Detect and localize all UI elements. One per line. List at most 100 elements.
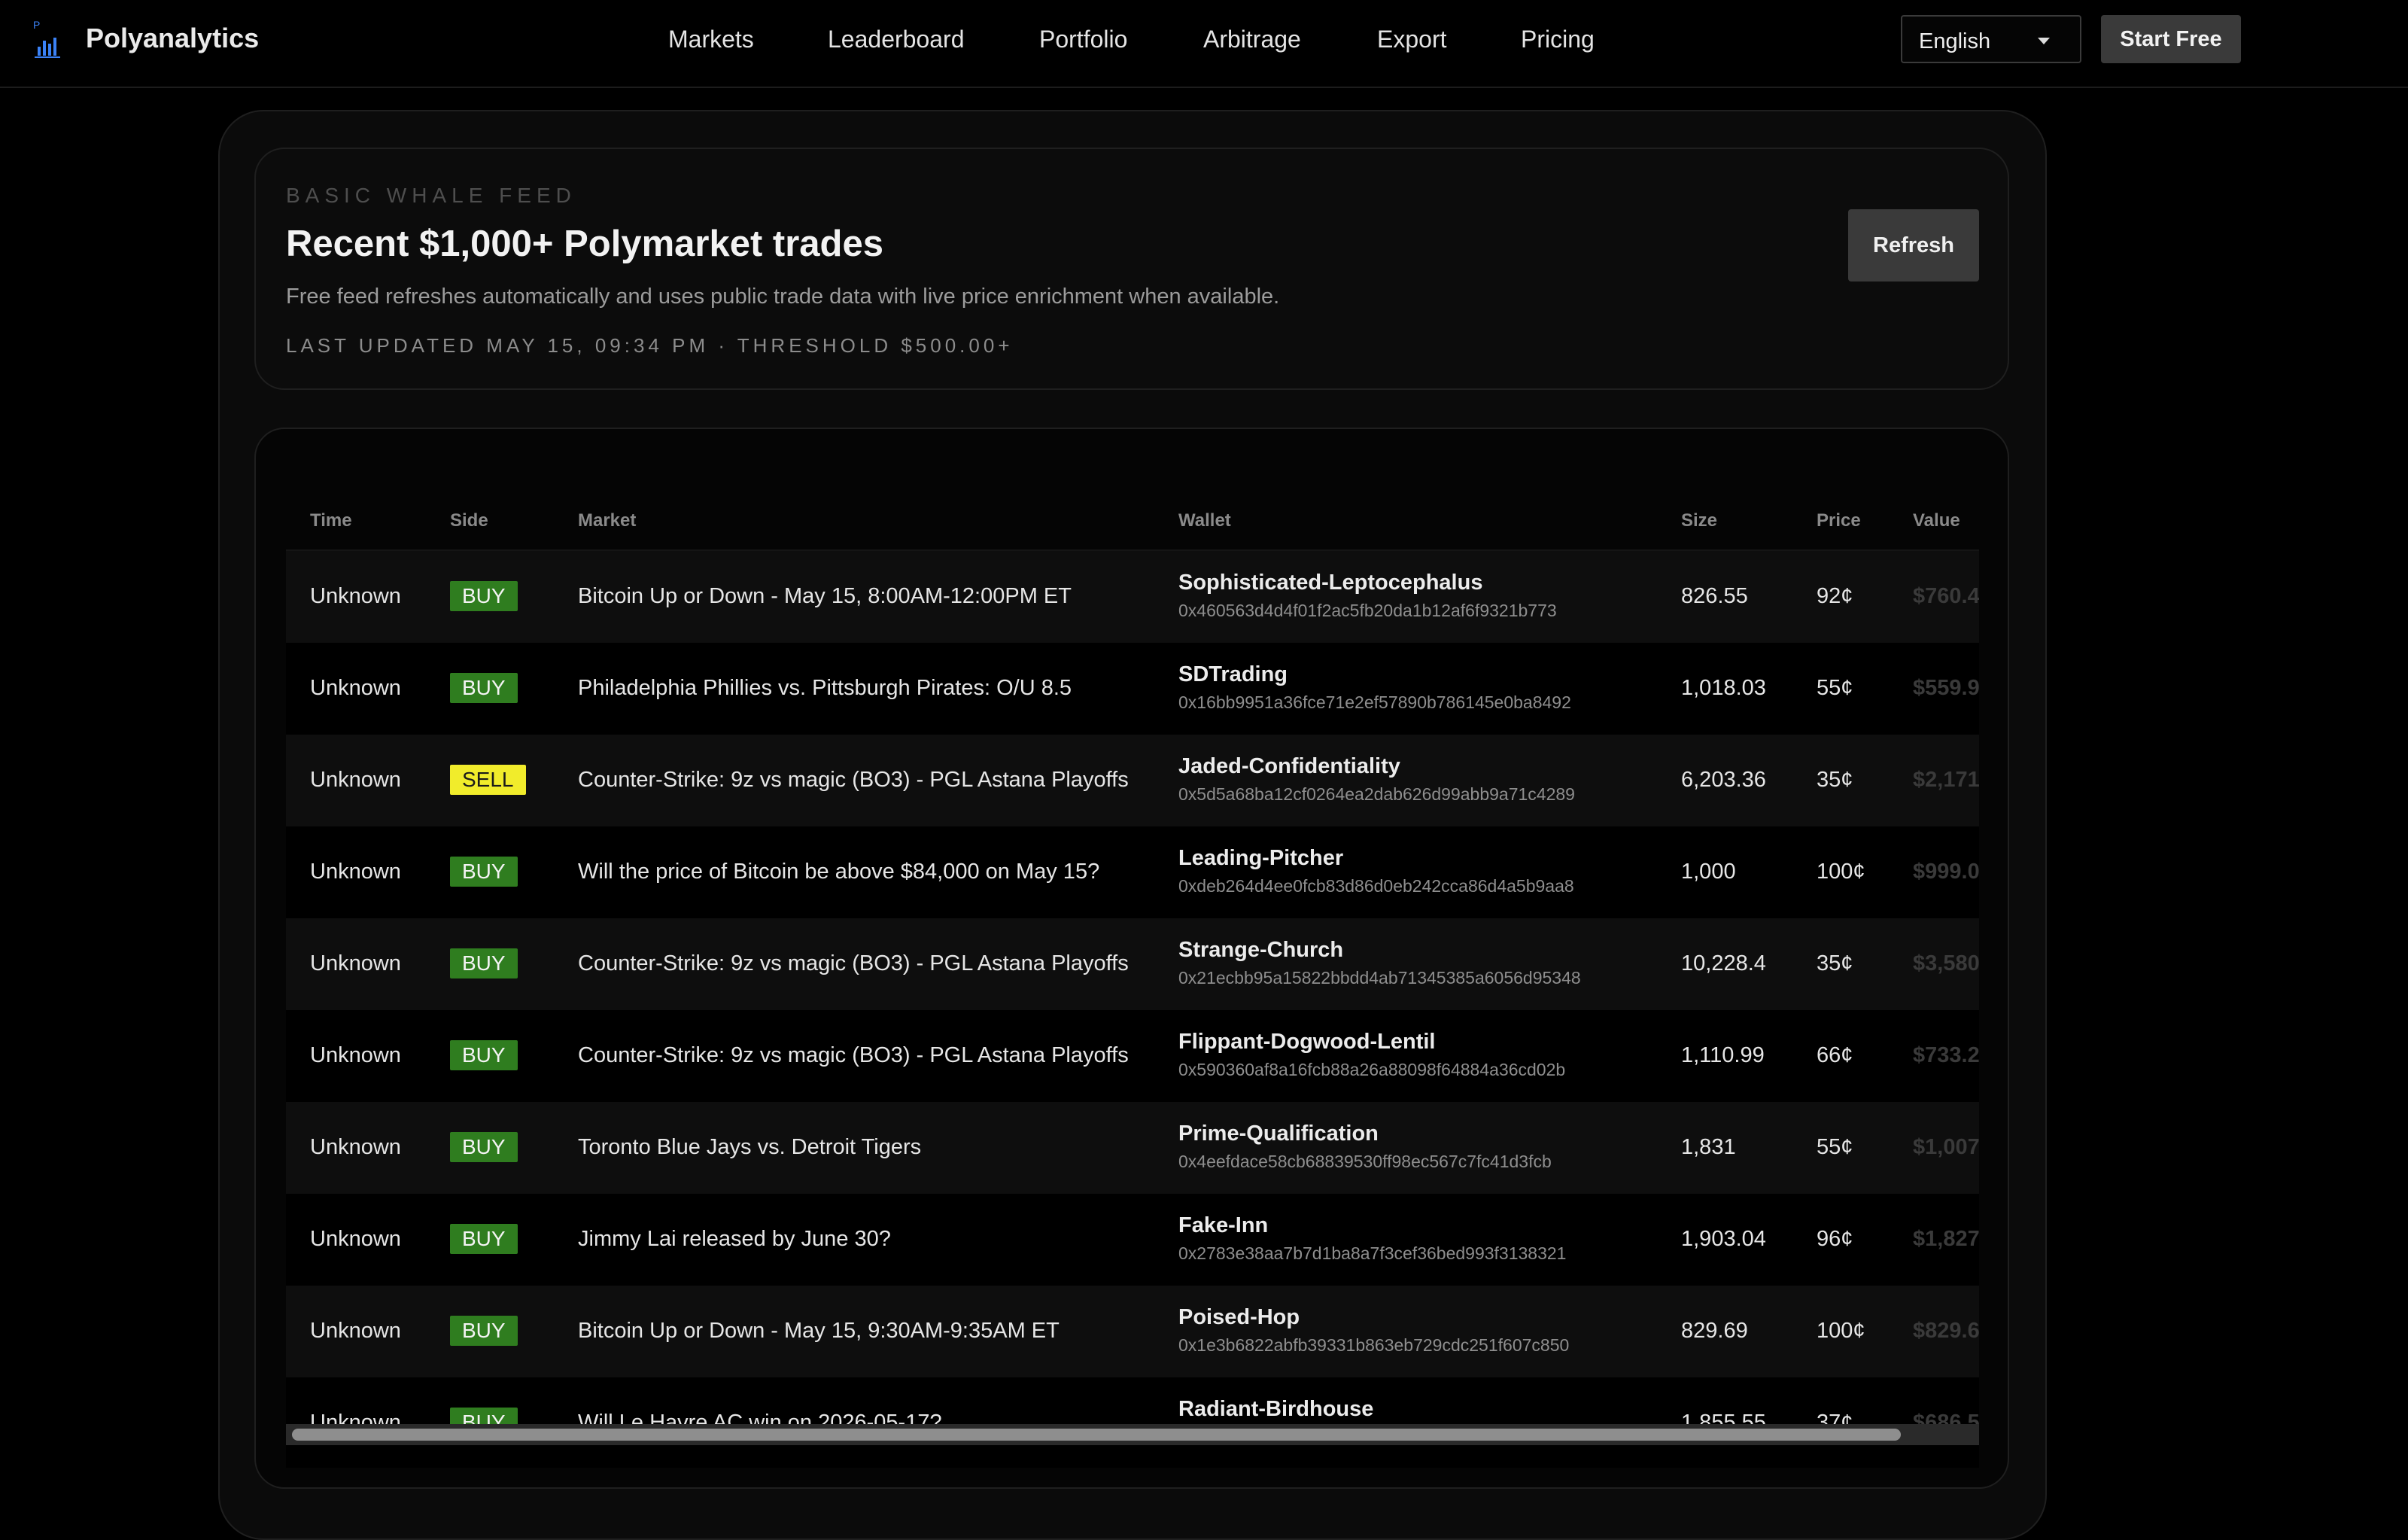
- trade-value: $829.6: [1913, 1319, 1979, 1343]
- market-link[interactable]: Toronto Blue Jays vs. Detroit Tigers: [578, 1135, 921, 1160]
- table-header: Time Side Market Wallet Size Price Value: [286, 459, 1979, 551]
- trade-size: 826.55: [1681, 584, 1748, 608]
- table-row[interactable]: Unknown BUY Counter-Strike: 9z vs magic …: [286, 918, 1979, 1010]
- nav-link-leaderboard[interactable]: Leaderboard: [828, 26, 964, 53]
- trade-size: 6,203.36: [1681, 768, 1766, 792]
- trade-value: $1,007: [1913, 1135, 1979, 1159]
- nav-link-export[interactable]: Export: [1377, 26, 1446, 53]
- table-row[interactable]: Unknown BUY Bitcoin Up or Down - May 15,…: [286, 551, 1979, 643]
- side-badge-buy: BUY: [450, 673, 518, 703]
- chevron-down-icon: [2038, 38, 2050, 44]
- table-row[interactable]: Unknown BUY Bitcoin Up or Down - May 15,…: [286, 1286, 1979, 1377]
- trade-value: $559.9: [1913, 676, 1979, 700]
- trade-value: $1,827: [1913, 1227, 1979, 1251]
- nav-link-arbitrage[interactable]: Arbitrage: [1203, 26, 1301, 53]
- side-badge-sell: SELL: [450, 765, 526, 795]
- column-header-side[interactable]: Side: [450, 510, 488, 531]
- market-link[interactable]: Will the price of Bitcoin be above $84,0…: [578, 860, 1099, 884]
- wallet-name[interactable]: Leading-Pitcher: [1178, 846, 1343, 871]
- wallet-name[interactable]: SDTrading: [1178, 662, 1288, 687]
- trade-time: Unknown: [310, 768, 401, 792]
- trade-size: 1,000: [1681, 860, 1736, 884]
- trade-size: 10,228.4: [1681, 951, 1766, 975]
- start-free-button[interactable]: Start Free: [2101, 15, 2241, 63]
- wallet-address: 0x21ecbb95a15822bbdd4ab71345385a6056d953…: [1178, 968, 1581, 988]
- wallet-name[interactable]: Flippant-Dogwood-Lentil: [1178, 1030, 1435, 1055]
- market-link[interactable]: Counter-Strike: 9z vs magic (BO3) - PGL …: [578, 1043, 1129, 1068]
- column-header-price[interactable]: Price: [1817, 510, 1861, 531]
- market-link[interactable]: Counter-Strike: 9z vs magic (BO3) - PGL …: [578, 768, 1129, 793]
- side-badge-buy: BUY: [450, 581, 518, 611]
- side-badge-buy: BUY: [450, 857, 518, 887]
- trade-price: 96¢: [1817, 1227, 1853, 1251]
- wallet-name[interactable]: Fake-Inn: [1178, 1213, 1268, 1238]
- trade-size: 1,903.04: [1681, 1227, 1766, 1251]
- trade-time: Unknown: [310, 860, 401, 884]
- feed-description: Free feed refreshes automatically and us…: [286, 285, 1280, 309]
- side-badge-buy: BUY: [450, 1316, 518, 1346]
- trade-time: Unknown: [310, 676, 401, 700]
- column-header-market[interactable]: Market: [578, 510, 636, 531]
- table-row[interactable]: Unknown BUY Toronto Blue Jays vs. Detroi…: [286, 1102, 1979, 1194]
- market-link[interactable]: Bitcoin Up or Down - May 15, 8:00AM-12:0…: [578, 584, 1072, 609]
- wallet-name[interactable]: Strange-Church: [1178, 938, 1343, 963]
- table-row[interactable]: Unknown BUY Jimmy Lai released by June 3…: [286, 1194, 1979, 1286]
- wallet-address: 0x5d5a68ba12cf0264ea2dab626d99abb9a71c42…: [1178, 784, 1575, 804]
- svg-text:P: P: [33, 19, 40, 31]
- wallet-address: 0x16bb9951a36fce71e2ef57890b786145e0ba84…: [1178, 692, 1571, 712]
- trade-value: $999.0: [1913, 860, 1979, 884]
- trade-time: Unknown: [310, 1043, 401, 1067]
- refresh-button[interactable]: Refresh: [1848, 209, 1979, 282]
- trade-price: 100¢: [1817, 860, 1865, 884]
- trade-time: Unknown: [310, 1319, 401, 1343]
- trade-value: $3,580: [1913, 951, 1979, 975]
- language-select-value: English: [1919, 29, 1991, 53]
- wallet-name[interactable]: Prime-Qualification: [1178, 1122, 1379, 1146]
- trade-time: Unknown: [310, 1135, 401, 1159]
- market-link[interactable]: Counter-Strike: 9z vs magic (BO3) - PGL …: [578, 951, 1129, 976]
- wallet-name[interactable]: Sophisticated-Leptocephalus: [1178, 571, 1482, 595]
- trade-price: 92¢: [1817, 584, 1853, 608]
- top-navbar: P Polyanalytics Markets Leaderboard Port…: [0, 0, 2408, 88]
- trades-table-card: Time Side Market Wallet Size Price Value…: [254, 428, 2009, 1489]
- market-link[interactable]: Bitcoin Up or Down - May 15, 9:30AM-9:35…: [578, 1319, 1060, 1344]
- wallet-name[interactable]: Radiant-Birdhouse: [1178, 1397, 1373, 1422]
- trade-size: 1,110.99: [1681, 1043, 1765, 1067]
- nav-link-pricing[interactable]: Pricing: [1521, 26, 1595, 53]
- column-header-size[interactable]: Size: [1681, 510, 1717, 531]
- trade-value: $760.4: [1913, 584, 1979, 608]
- table-row[interactable]: Unknown SELL Counter-Strike: 9z vs magic…: [286, 735, 1979, 826]
- table-row[interactable]: Unknown BUY Will the price of Bitcoin be…: [286, 826, 1979, 918]
- feed-last-updated: LAST UPDATED MAY 15, 09:34 PM · THRESHOL…: [286, 334, 1014, 357]
- trade-price: 35¢: [1817, 951, 1853, 975]
- brand-logo-icon[interactable]: P: [30, 17, 66, 59]
- market-link[interactable]: Philadelphia Phillies vs. Pittsburgh Pir…: [578, 676, 1072, 701]
- nav-link-markets[interactable]: Markets: [668, 26, 754, 53]
- table-row[interactable]: Unknown BUY Philadelphia Phillies vs. Pi…: [286, 643, 1979, 735]
- scrollbar-thumb[interactable]: [292, 1429, 1901, 1441]
- column-header-time[interactable]: Time: [310, 510, 352, 531]
- column-header-wallet[interactable]: Wallet: [1178, 510, 1231, 531]
- trade-size: 1,018.03: [1681, 676, 1766, 700]
- wallet-name[interactable]: Jaded-Confidentiality: [1178, 754, 1400, 779]
- brand-name[interactable]: Polyanalytics: [86, 23, 259, 54]
- nav-link-portfolio[interactable]: Portfolio: [1039, 26, 1127, 53]
- trade-price: 35¢: [1817, 768, 1853, 792]
- table-row[interactable]: Unknown BUY Counter-Strike: 9z vs magic …: [286, 1010, 1979, 1102]
- language-select[interactable]: English: [1901, 15, 2081, 63]
- trade-size: 829.69: [1681, 1319, 1748, 1343]
- wallet-name[interactable]: Poised-Hop: [1178, 1305, 1300, 1330]
- market-link[interactable]: Jimmy Lai released by June 30?: [578, 1227, 891, 1252]
- trade-price: 55¢: [1817, 676, 1853, 700]
- trades-table[interactable]: Time Side Market Wallet Size Price Value…: [286, 459, 1979, 1468]
- wallet-address: 0x590360af8a16fcb88a26a88098f64884a36cd0…: [1178, 1060, 1566, 1079]
- side-badge-buy: BUY: [450, 948, 518, 978]
- column-header-value[interactable]: Value: [1913, 510, 1960, 531]
- horizontal-scrollbar[interactable]: [286, 1424, 1979, 1445]
- side-badge-buy: BUY: [450, 1224, 518, 1254]
- table-row[interactable]: Unknown BUY Will Le Havre AC win on 2026…: [286, 1377, 1979, 1468]
- wallet-address: 0x2783e38aa7b7d1ba8a7f3cef36bed993f31383…: [1178, 1243, 1567, 1263]
- feed-header-card: BASIC WHALE FEED Recent $1,000+ Polymark…: [254, 148, 2009, 390]
- trade-price: 100¢: [1817, 1319, 1865, 1343]
- trade-size: 1,831: [1681, 1135, 1736, 1159]
